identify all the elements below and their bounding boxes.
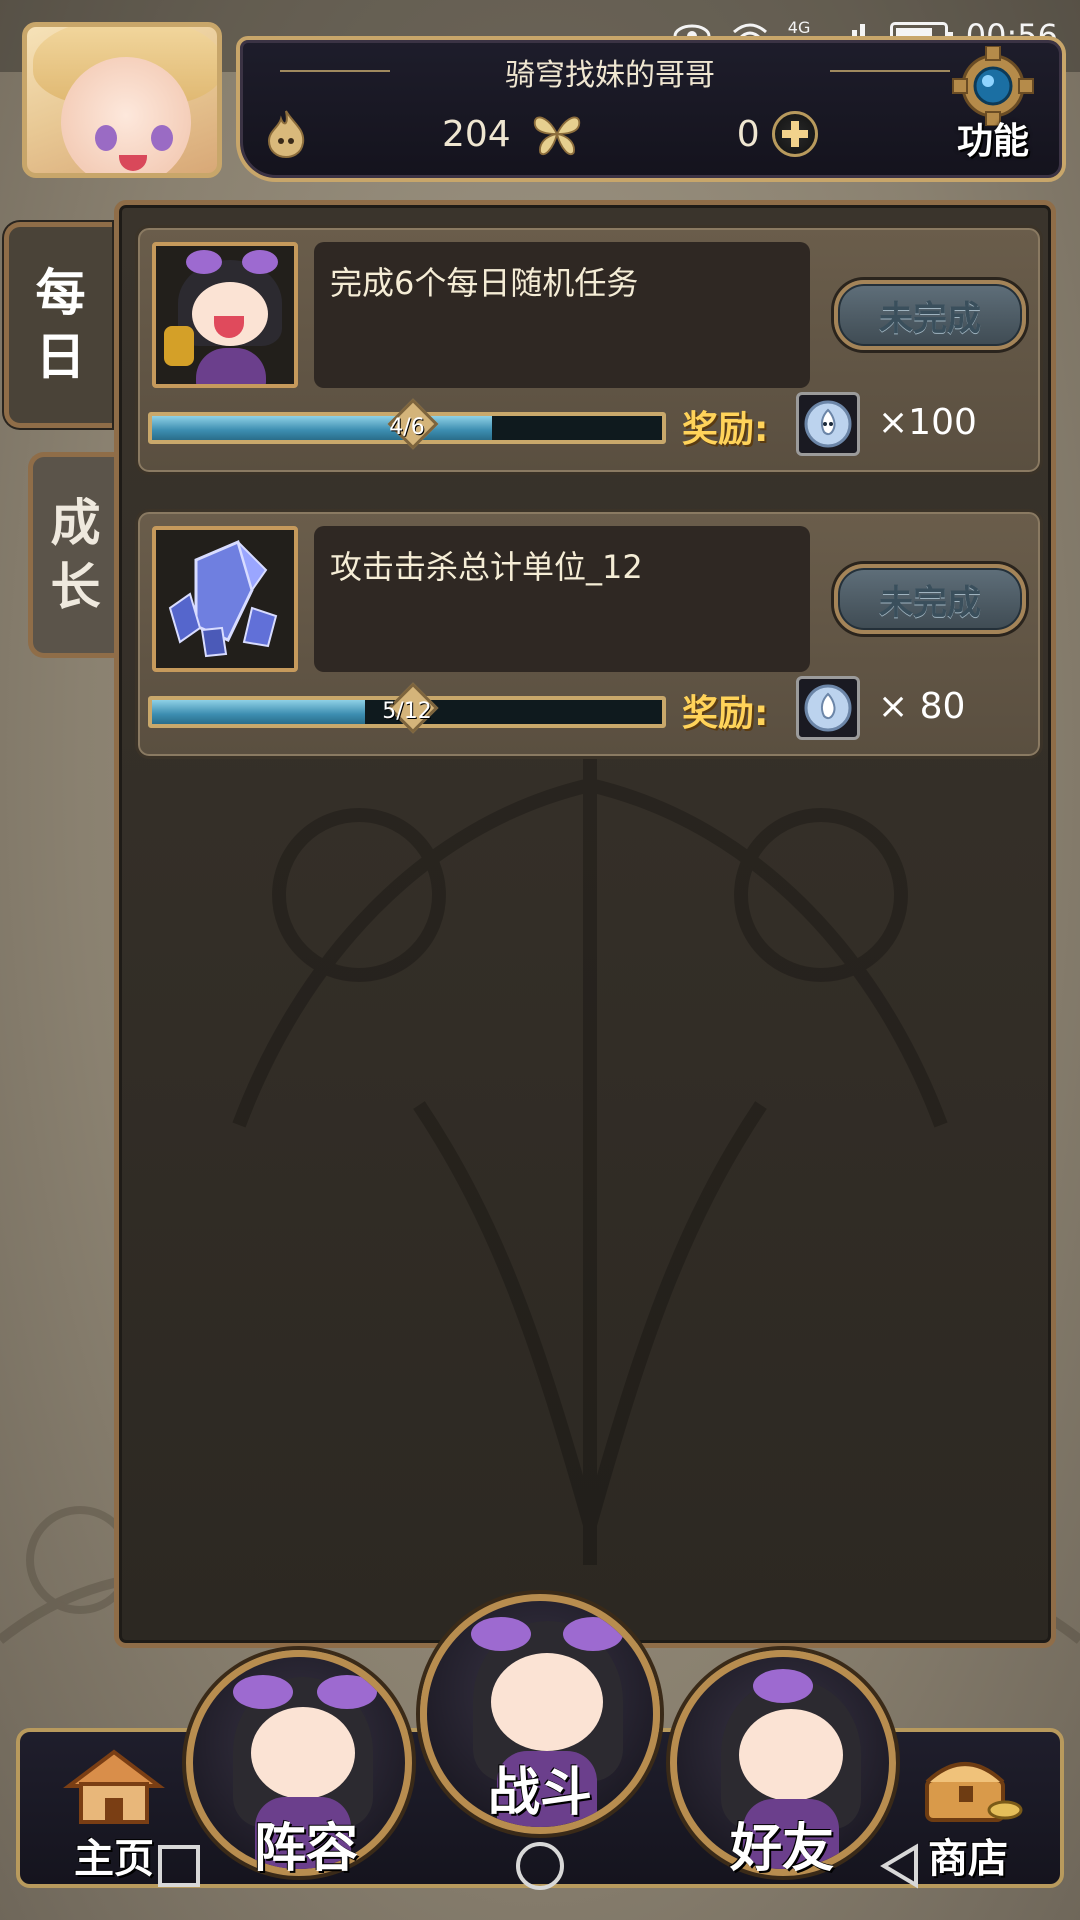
function-label: 功能 [956, 121, 1029, 162]
task-description: 攻击击杀总计单位_12 [330, 548, 643, 586]
task-description-box: 攻击击杀总计单位_12 [314, 526, 810, 672]
tab-growth-label-top: 成 [50, 494, 101, 552]
coin-icon [796, 392, 860, 456]
coin-icon [796, 676, 860, 740]
tab-daily-label-bottom: 日 [35, 328, 86, 386]
task-progress-bar: 5/12 [148, 682, 666, 734]
task-progress-text: 5/12 [382, 699, 432, 724]
function-menu-button[interactable]: 功能 [934, 45, 1052, 166]
butterfly-currency-value: 0 [736, 113, 760, 155]
reward-label: 奖励: [682, 693, 769, 734]
task-description-box: 完成6个每日随机任务 [314, 242, 810, 388]
chibi-girl-icon [152, 242, 298, 388]
flame-currency-value: 204 [442, 113, 511, 155]
task-progress-bar: 4/6 [148, 398, 666, 450]
player-avatar[interactable] [22, 22, 222, 178]
task-status-button[interactable]: 未完成 [834, 280, 1026, 350]
tab-daily[interactable]: 每 日 [4, 222, 112, 428]
butterfly-icon [531, 108, 583, 160]
tab-growth[interactable]: 成 长 [28, 452, 118, 658]
recent-apps-icon[interactable] [154, 1841, 204, 1891]
reward-label: 奖励: [682, 409, 769, 450]
task-list-panel: 完成6个每日随机任务 未完成 4/6 奖励: ×100 攻击击杀总计单位_12 … [114, 200, 1056, 1648]
panel-ornament [232, 745, 948, 1565]
back-triangle-icon[interactable] [876, 1841, 926, 1891]
tab-growth-label-bottom: 长 [50, 558, 101, 616]
system-navigation-bar [0, 1812, 1080, 1920]
player-header: 骑穹找妹的哥哥 204 0 功能 [14, 6, 1068, 182]
flame-icon [260, 108, 312, 160]
task-description: 完成6个每日随机任务 [330, 264, 639, 302]
task-card: 完成6个每日随机任务 未完成 4/6 奖励: ×100 [135, 225, 1043, 475]
task-progress-text: 4/6 [389, 415, 425, 440]
crystal-icon [152, 526, 298, 672]
plus-icon [781, 121, 808, 147]
currency-row: 204 0 [260, 104, 950, 164]
add-currency-button[interactable] [771, 111, 818, 157]
reward-amount: × 80 [878, 686, 966, 727]
task-status-button[interactable]: 未完成 [834, 564, 1026, 634]
task-card: 攻击击杀总计单位_12 未完成 5/12 奖励: × 80 [135, 509, 1043, 759]
home-circle-icon[interactable] [512, 1838, 568, 1894]
reward-amount: ×100 [878, 402, 977, 443]
tab-daily-label-top: 每 [35, 264, 86, 322]
player-name: 骑穹找妹的哥哥 [505, 58, 715, 93]
